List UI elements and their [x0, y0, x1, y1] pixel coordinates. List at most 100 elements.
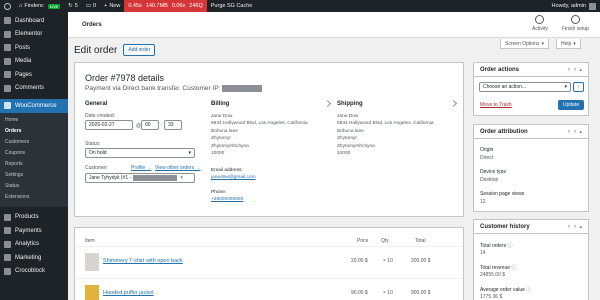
help-icon[interactable]: ⓘ — [508, 243, 513, 249]
sidebar-item-label: Marketing — [15, 254, 42, 261]
collapse-icon[interactable]: ▴ — [579, 129, 582, 135]
item-qty: × 10 — [383, 290, 393, 296]
chevron-up-icon[interactable]: ˄ — [568, 129, 571, 135]
sidebar-item-posts[interactable]: Posts — [0, 41, 68, 55]
submenu-status[interactable]: Status — [0, 181, 68, 192]
panel-controls[interactable]: ˄ ˅ ▴ — [568, 129, 582, 135]
sidebar-item-label: Analytics — [15, 241, 40, 248]
products-icon — [4, 213, 11, 221]
purge-label: Purge SG Cache — [210, 3, 253, 9]
profile-link[interactable]: Profile → — [131, 165, 152, 171]
submenu-reports[interactable]: Reports — [0, 159, 68, 170]
order-action-value: Choose an action... — [483, 84, 527, 90]
help-icon[interactable]: ⓘ — [511, 265, 516, 271]
sidebar-item-woocommerce[interactable]: WooCommerce — [0, 99, 68, 113]
chevron-down-icon[interactable]: ˅ — [574, 224, 577, 230]
product-link[interactable]: Shimmery T-shirt with open back — [103, 258, 183, 264]
sidebar-item-dashboard[interactable]: Dashboard — [0, 14, 68, 28]
sidebar-item-media[interactable]: Media — [0, 55, 68, 69]
activity-button[interactable]: Activity — [532, 15, 548, 32]
page-title: Orders — [82, 22, 102, 28]
marketing-icon — [4, 254, 11, 262]
hour-value: 00 — [145, 122, 151, 128]
updates-link[interactable]: ↻ 5 — [64, 0, 82, 12]
chevron-down-icon: ▾ — [573, 40, 576, 47]
session-views-value: 12 — [480, 199, 486, 205]
submenu-home[interactable]: Home — [0, 115, 68, 126]
new-content-link[interactable]: + New — [100, 0, 124, 12]
total-orders-text: Total orders — [480, 243, 507, 249]
move-to-trash-link[interactable]: Move to Trash — [480, 102, 512, 108]
update-button[interactable]: Update — [558, 100, 585, 110]
submenu-coupons[interactable]: Coupons — [0, 148, 68, 159]
email-link[interactable]: janedow@gmail.com — [211, 174, 256, 181]
billing-name: Jane Dow — [211, 114, 233, 119]
sidebar-item-marketing[interactable]: Marketing — [0, 251, 68, 265]
item-qty: × 10 — [383, 258, 393, 264]
chevron-up-icon[interactable]: ˄ — [568, 224, 571, 230]
panel-controls[interactable]: ˄ ˅ ▴ — [568, 224, 582, 230]
query-monitor[interactable]: 0.45s 140.7MB 0.06s 246Q — [124, 0, 207, 12]
site-name: Findenc — [24, 3, 44, 9]
chevron-down-icon[interactable]: ˅ — [574, 67, 577, 73]
payment-info: Payment via Direct bank transfer. Custom… — [85, 85, 221, 92]
close-icon[interactable]: × — [180, 175, 183, 181]
sidebar-item-pages[interactable]: Pages — [0, 68, 68, 82]
progress-ring-icon — [570, 15, 580, 24]
dashboard-icon — [4, 17, 11, 25]
collapse-icon[interactable]: ▴ — [579, 67, 582, 73]
site-name-link[interactable]: ⌂ Findenc Live — [15, 0, 64, 12]
chevron-up-icon[interactable]: ˄ — [568, 67, 571, 73]
status-select[interactable]: On hold ▾ — [85, 148, 195, 158]
admin-sidebar: Dashboard Elementor Posts Media Pages Co… — [0, 12, 68, 300]
updates-icon: ↻ — [68, 3, 73, 9]
sidebar-item-payments[interactable]: Payments — [0, 224, 68, 238]
submenu-orders[interactable]: Orders — [0, 126, 68, 137]
sidebar-item-products[interactable]: Products — [0, 211, 68, 225]
payments-icon — [4, 227, 11, 235]
help-icon[interactable]: ⓘ — [526, 287, 531, 293]
media-icon — [4, 57, 11, 65]
customer-select[interactable]: Jane Tyhydyk (#1 - × — [85, 173, 195, 183]
qm-queries: 246Q — [189, 3, 203, 9]
edit-shipping-icon[interactable] — [449, 99, 458, 108]
sidebar-item-elementor[interactable]: Elementor — [0, 28, 68, 42]
finish-setup-button[interactable]: Finish setup — [562, 15, 589, 32]
sidebar-item-comments[interactable]: Comments — [0, 82, 68, 96]
product-link[interactable]: Hooded puffer jacket — [103, 290, 154, 296]
shipping-region: Zhytomyrshchyna — [337, 143, 375, 149]
time-separator: : — [161, 123, 163, 129]
submenu-settings[interactable]: Settings — [0, 170, 68, 181]
apply-action-button[interactable]: › — [573, 82, 584, 92]
sidebar-item-crocoblock[interactable]: Crocoblock — [0, 265, 68, 279]
submenu-customers[interactable]: Customers — [0, 137, 68, 148]
minute-input[interactable]: 33 — [164, 120, 182, 130]
sidebar-item-label: Posts — [15, 44, 31, 51]
chevron-down-icon[interactable]: ˅ — [574, 129, 577, 135]
sidebar-item-label: Dashboard — [15, 17, 45, 24]
view-other-orders-link[interactable]: View other orders → — [155, 165, 200, 171]
billing-postcode: 10000 — [211, 151, 225, 157]
sidebar-item-analytics[interactable]: Analytics — [0, 238, 68, 252]
wordpress-logo-icon[interactable] — [0, 0, 15, 12]
qm-memory: 140.7MB — [145, 3, 168, 9]
date-input[interactable]: 2026-02-27 — [85, 120, 133, 130]
comments-link[interactable]: ▭ 0 — [82, 0, 100, 12]
help-button[interactable]: Help ▾ — [556, 39, 581, 49]
screen-options-button[interactable]: Screen Options ▾ — [500, 39, 549, 49]
phone-link[interactable]: +38000000000 — [211, 196, 243, 203]
purge-cache-button[interactable]: Purge SG Cache — [207, 0, 257, 12]
pages-icon — [4, 71, 11, 79]
billing-city: Zhytomyr — [211, 136, 231, 142]
submenu-extensions[interactable]: Extensions — [0, 192, 68, 203]
order-action-select[interactable]: Choose an action... ▾ — [479, 82, 571, 92]
account-menu[interactable]: Howdy, admin — [552, 2, 600, 10]
hour-input[interactable]: 00 — [141, 120, 159, 130]
price-column-header: Price — [357, 238, 369, 244]
edit-billing-icon[interactable] — [323, 99, 332, 108]
panel-controls[interactable]: ˄ ˅ ▴ — [568, 67, 582, 73]
add-order-button[interactable]: Add order — [123, 44, 156, 56]
total-orders-label: Total orders ⓘ — [480, 242, 513, 249]
collapse-icon[interactable]: ▴ — [579, 224, 582, 230]
updates-count: 5 — [74, 3, 78, 9]
